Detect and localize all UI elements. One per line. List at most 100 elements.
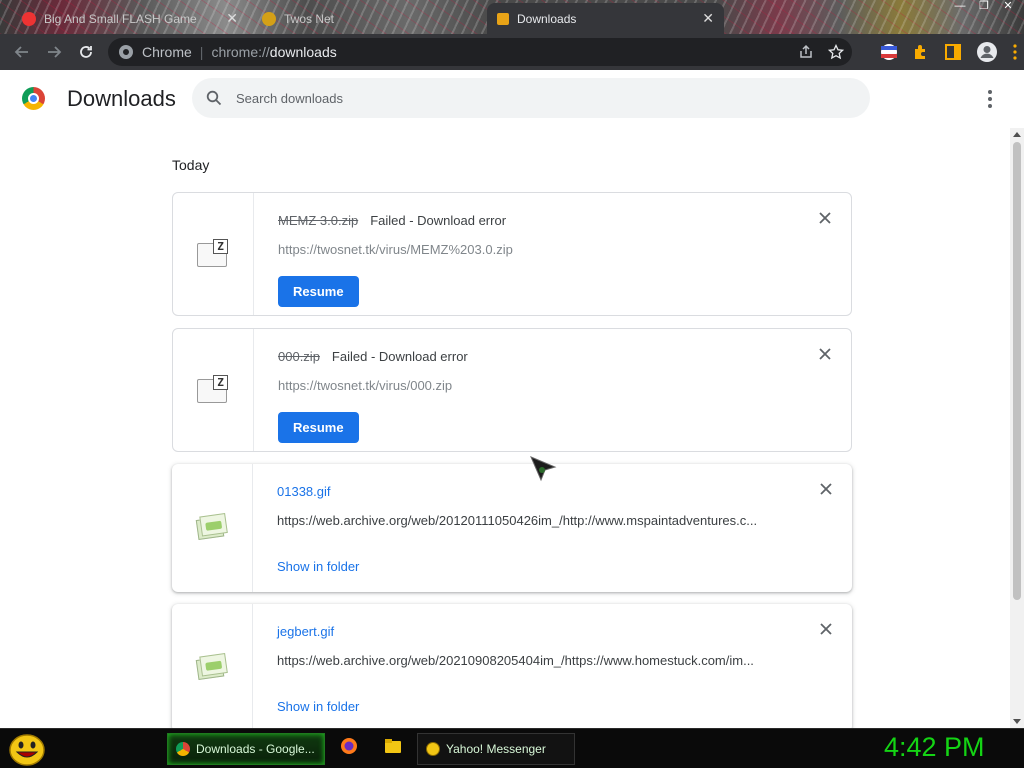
firefox-icon[interactable] (340, 737, 358, 755)
file-icon-column (172, 464, 253, 592)
source-url: https://web.archive.org/web/201201110504… (277, 513, 758, 528)
image-file-icon (195, 653, 228, 683)
chrome-icon (176, 742, 190, 756)
search-input[interactable] (236, 90, 836, 106)
site-label: Chrome (142, 44, 192, 60)
resume-button[interactable]: Resume (278, 276, 359, 307)
taskbar-item-label: Downloads - Google... (196, 742, 315, 756)
menu-kebab-icon[interactable] (1012, 43, 1018, 61)
tab-title: Downloads (517, 11, 577, 26)
image-file-icon (195, 513, 228, 543)
download-details: 000.zip Failed - Download error https://t… (278, 329, 811, 443)
minimize-icon[interactable]: — (950, 0, 970, 12)
taskbar-item-label: Yahoo! Messenger (446, 742, 546, 756)
url-host: downloads (269, 44, 337, 60)
date-section-label: Today (172, 157, 210, 173)
source-url: https://twosnet.tk/virus/MEMZ%203.0.zip (278, 242, 513, 257)
file-name: MEMZ 3.0.zip (278, 213, 359, 228)
window-controls: — ❐ ✕ (950, 0, 1018, 14)
site-icon (262, 11, 276, 26)
more-actions-icon[interactable] (983, 90, 997, 110)
close-window-icon[interactable]: ✕ (998, 0, 1018, 12)
downloads-header: Downloads (0, 70, 1024, 128)
close-icon (820, 623, 832, 635)
file-icon-column: Z (173, 329, 254, 451)
file-icon-column: Z (173, 193, 254, 315)
system-tray (766, 738, 790, 760)
tab-title: Twos Net (284, 11, 335, 26)
download-details: MEMZ 3.0.zip Failed - Download error http… (278, 193, 811, 307)
downloads-list: Today Z MEMZ 3.0.zip Failed - Download er… (0, 128, 1010, 728)
page-scrollbar[interactable] (1010, 128, 1024, 728)
omnibox-actions (798, 38, 852, 66)
back-button[interactable] (6, 36, 38, 68)
back-arrow-icon (14, 46, 28, 58)
toolbar-extensions (880, 38, 1018, 66)
tab-flash-game[interactable]: Big And Small FLASH Game ✕ (12, 3, 248, 34)
search-bar[interactable] (192, 78, 870, 118)
tab-strip: Big And Small FLASH Game ✕ Twos Net Down… (0, 0, 1024, 34)
download-item: Z 000.zip Failed - Download error https:/… (172, 328, 852, 452)
zip-file-icon: Z (197, 239, 229, 269)
tab-downloads[interactable]: Downloads ✕ (487, 3, 724, 34)
close-icon (819, 348, 831, 360)
download-status: Failed - Download error (331, 349, 468, 364)
download-details: jegbert.gif https://web.archive.org/web/… (277, 604, 812, 716)
address-bar[interactable]: Chrome | chrome://downloads (108, 38, 852, 66)
file-name-link[interactable]: jegbert.gif (277, 624, 334, 639)
reload-button[interactable] (70, 36, 102, 68)
forward-button[interactable] (38, 36, 70, 68)
file-name: 000.zip (278, 349, 320, 364)
yahoo-messenger-icon (426, 742, 440, 756)
download-item: jegbert.gif https://web.archive.org/web/… (172, 604, 852, 728)
download-item: 01338.gif https://web.archive.org/web/20… (172, 464, 852, 592)
file-name-link[interactable]: 01338.gif (277, 484, 331, 499)
close-icon (820, 483, 832, 495)
tab-close-icon[interactable]: ✕ (226, 10, 238, 27)
downloads-icon (497, 12, 509, 25)
browser-toolbar: Chrome | chrome://downloads (0, 34, 1024, 70)
source-url: https://twosnet.tk/virus/000.zip (278, 378, 453, 393)
file-icon-column (172, 604, 253, 728)
tab-title: Big And Small FLASH Game (44, 11, 197, 26)
scrollbar-thumb[interactable] (1013, 142, 1021, 600)
folder-icon[interactable] (384, 737, 402, 755)
share-icon[interactable] (798, 44, 814, 60)
side-panel-icon[interactable] (944, 43, 962, 61)
profile-avatar-icon[interactable] (976, 41, 998, 63)
maximize-icon[interactable]: ❐ (974, 0, 994, 12)
mouse-cursor-icon (530, 456, 557, 482)
download-status: Failed - Download error (370, 213, 507, 228)
divider: | (199, 44, 204, 60)
scroll-up-arrow-icon[interactable] (1013, 132, 1021, 137)
start-button-smiley-icon[interactable] (8, 733, 46, 767)
taskbar-item-chrome[interactable]: Downloads - Google... (167, 733, 325, 765)
tab-twos-net[interactable]: Twos Net (252, 3, 484, 34)
profile-flag-icon[interactable] (880, 43, 898, 61)
taskbar: Downloads - Google... Yahoo! Messenger 4… (0, 728, 1024, 768)
zip-file-icon: Z (197, 375, 229, 405)
chrome-page-icon (119, 45, 133, 59)
remove-download-button[interactable] (820, 622, 834, 636)
search-icon (206, 90, 222, 106)
remove-download-button[interactable] (820, 482, 834, 496)
chrome-logo-icon (22, 87, 45, 110)
bookmark-star-icon[interactable] (828, 44, 844, 60)
resume-button[interactable]: Resume (278, 412, 359, 443)
close-icon (819, 212, 831, 224)
reload-icon (80, 46, 92, 58)
show-in-folder-link[interactable]: Show in folder (277, 699, 359, 714)
flash-icon (22, 11, 36, 26)
url-scheme: chrome:// (211, 44, 270, 60)
page-title: Downloads (67, 86, 176, 111)
remove-download-button[interactable] (819, 347, 833, 361)
scroll-down-arrow-icon[interactable] (1013, 719, 1021, 724)
taskbar-item-yahoo-messenger[interactable]: Yahoo! Messenger (417, 733, 575, 765)
tab-close-icon[interactable]: ✕ (702, 10, 714, 27)
show-in-folder-link[interactable]: Show in folder (277, 559, 359, 574)
remove-download-button[interactable] (819, 211, 833, 225)
extensions-puzzle-icon[interactable] (912, 43, 930, 61)
taskbar-clock: 4:42 PM (884, 732, 985, 762)
download-item: Z MEMZ 3.0.zip Failed - Download error ht… (172, 192, 852, 316)
source-url: https://web.archive.org/web/202109082054… (277, 653, 754, 668)
